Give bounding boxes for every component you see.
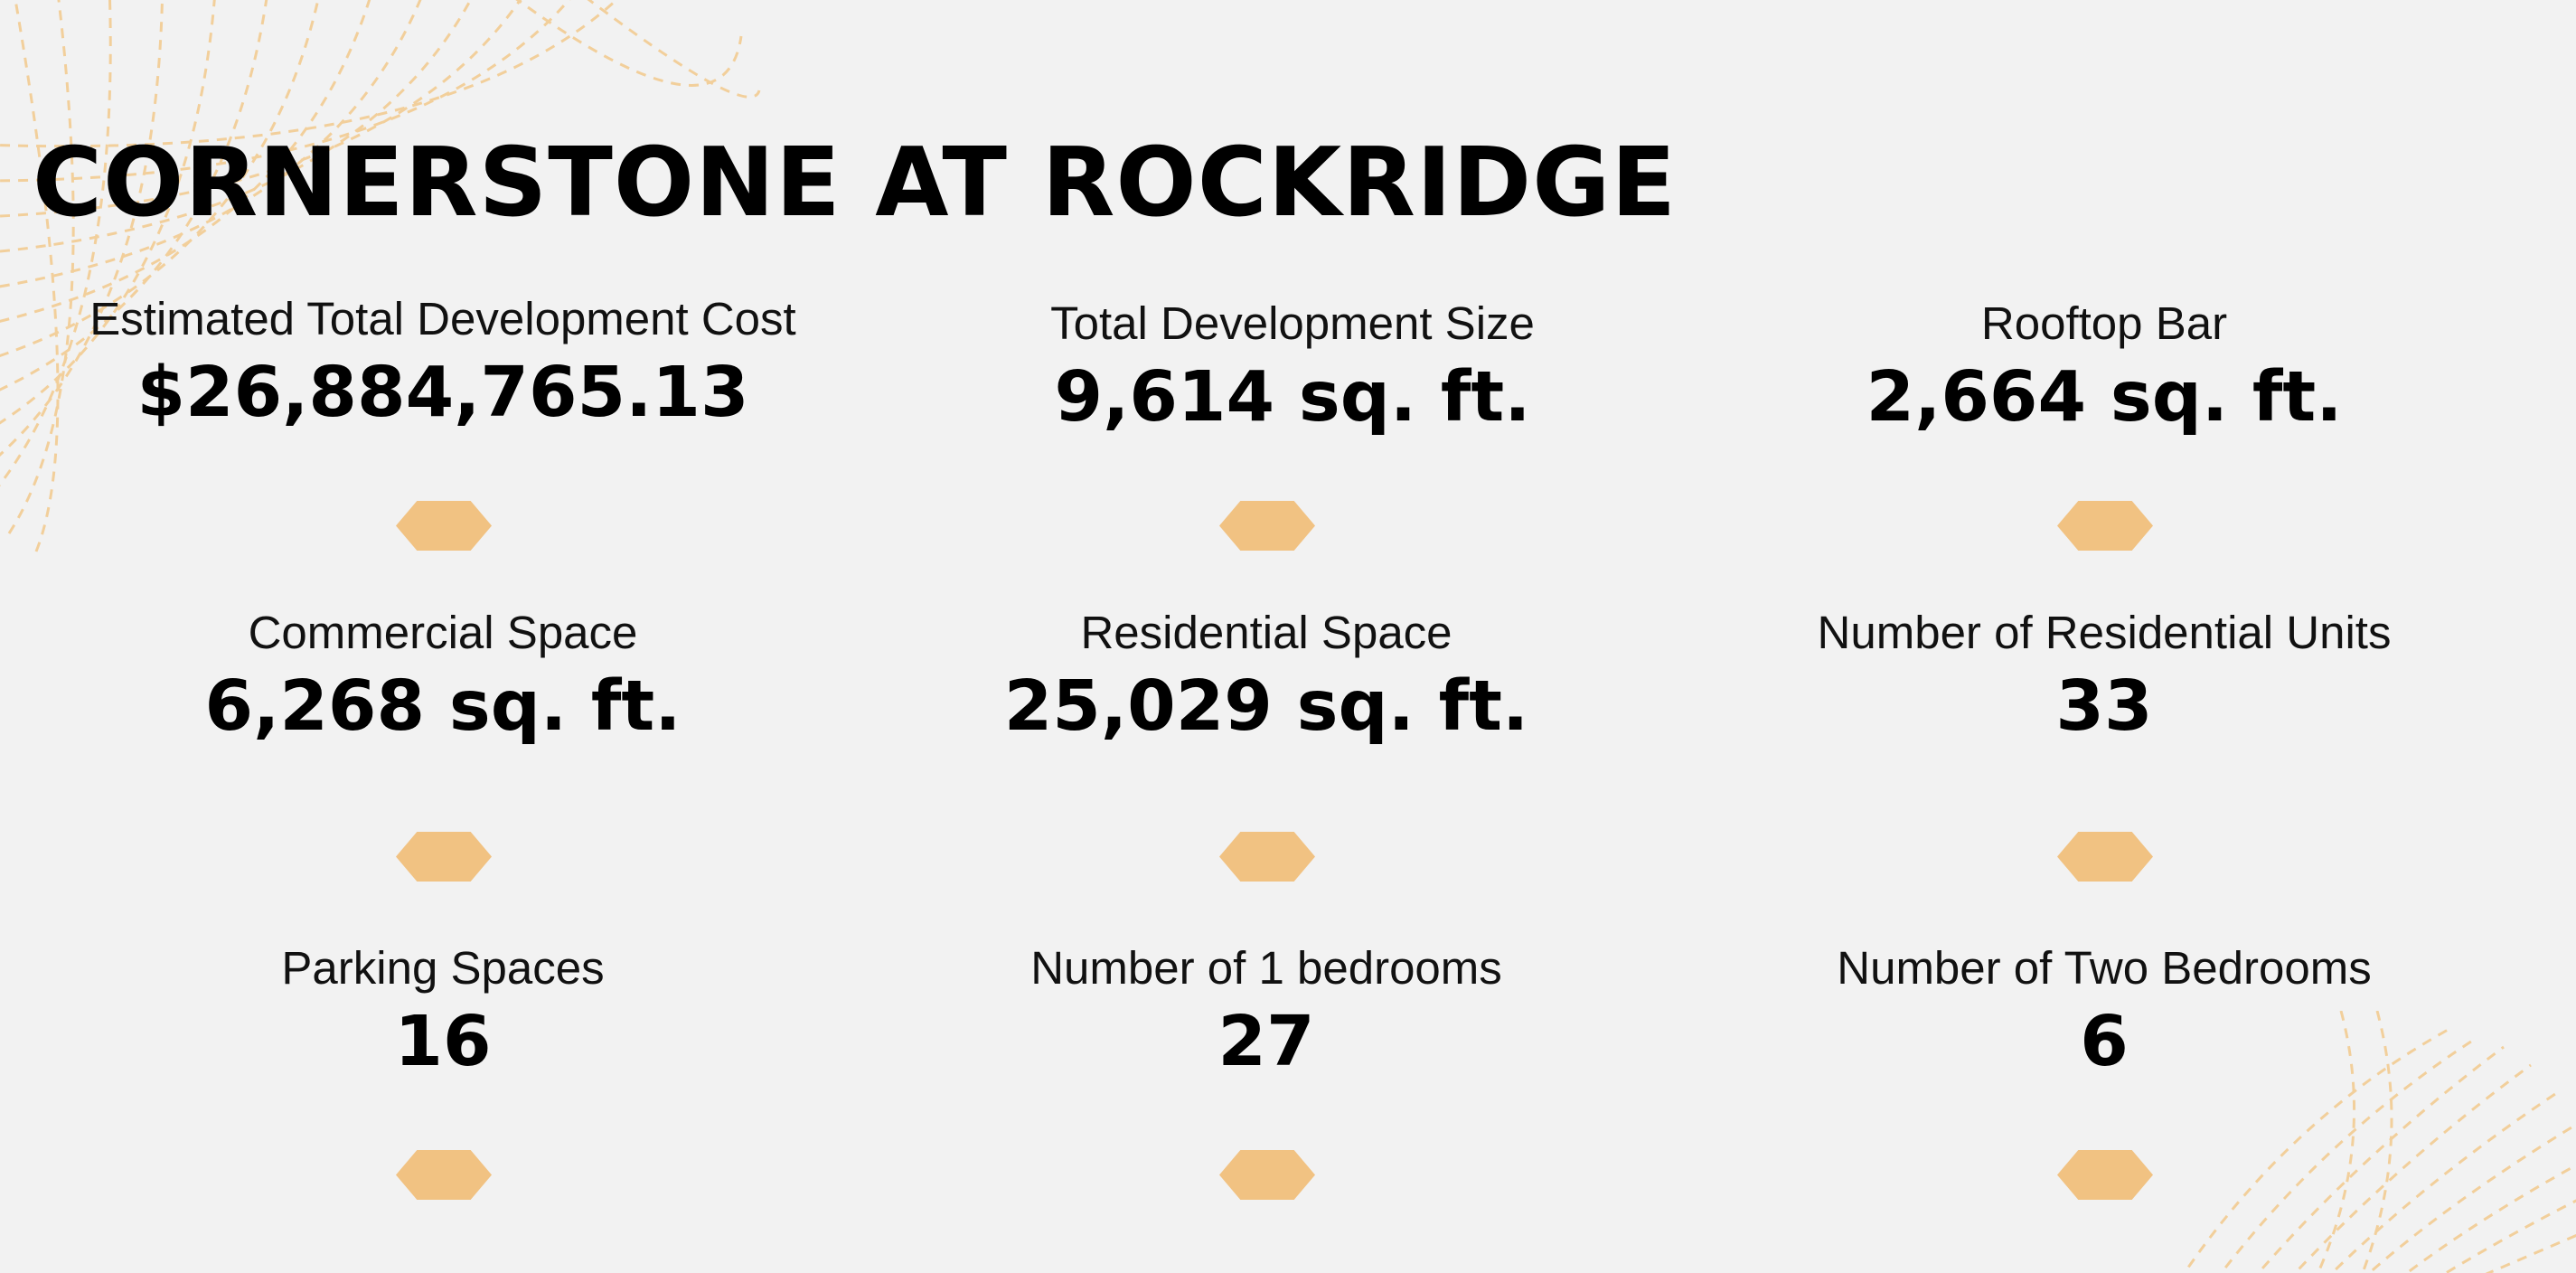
stat-value: 25,029 sq. ft. xyxy=(1003,666,1529,748)
stat-value: 27 xyxy=(1217,1002,1315,1083)
stat-label: Estimated Total Development Cost xyxy=(89,293,796,344)
stat-value: 9,614 sq. ft. xyxy=(1054,357,1531,438)
stat-label: Number of Two Bedrooms xyxy=(1837,942,2372,994)
stat-number-of-two-bedrooms: Number of Two Bedrooms 6 xyxy=(1697,942,2511,1084)
hexagon-divider xyxy=(396,832,492,882)
hexagon-divider xyxy=(396,501,492,551)
stat-rooftop-bar: Rooftop Bar 2,664 sq. ft. xyxy=(1697,297,2511,439)
stat-parking-spaces: Parking Spaces 16 xyxy=(36,942,850,1084)
stat-residential-space: Residential Space 25,029 sq. ft. xyxy=(860,607,1673,749)
decorative-wave-pattern-top xyxy=(0,0,761,552)
stat-value: $26,884,765.13 xyxy=(136,353,749,434)
stat-commercial-space: Commercial Space 6,268 sq. ft. xyxy=(36,607,850,749)
hexagon-divider xyxy=(1219,1150,1315,1200)
stat-label: Total Development Size xyxy=(1050,297,1535,349)
hexagon-divider xyxy=(396,1150,492,1200)
hexagon-divider xyxy=(2057,1150,2153,1200)
hexagon-divider xyxy=(2057,501,2153,551)
stat-value: 16 xyxy=(394,1002,492,1083)
stat-value: 6,268 sq. ft. xyxy=(204,666,682,748)
stat-label: Parking Spaces xyxy=(281,942,605,994)
stat-total-development-size: Total Development Size 9,614 sq. ft. xyxy=(886,297,1699,439)
page-title: CORNERSTONE AT ROCKRIDGE xyxy=(33,127,1678,238)
stat-number-of-residential-units: Number of Residential Units 33 xyxy=(1697,607,2511,749)
stat-label: Residential Space xyxy=(1080,607,1453,658)
stat-value: 33 xyxy=(2055,666,2153,748)
hexagon-divider xyxy=(1219,501,1315,551)
stat-value: 2,664 sq. ft. xyxy=(1866,357,2343,438)
hexagon-divider xyxy=(2057,832,2153,882)
stat-label: Number of Residential Units xyxy=(1817,607,2392,658)
stat-number-of-1-bedrooms: Number of 1 bedrooms 27 xyxy=(860,942,1673,1084)
stat-label: Commercial Space xyxy=(248,607,638,658)
stat-label: Rooftop Bar xyxy=(1980,297,2228,349)
stat-estimated-total-development-cost: Estimated Total Development Cost $26,884… xyxy=(36,293,850,435)
hexagon-divider xyxy=(1219,832,1315,882)
stat-label: Number of 1 bedrooms xyxy=(1030,942,1502,994)
stat-value: 6 xyxy=(2080,1002,2129,1083)
